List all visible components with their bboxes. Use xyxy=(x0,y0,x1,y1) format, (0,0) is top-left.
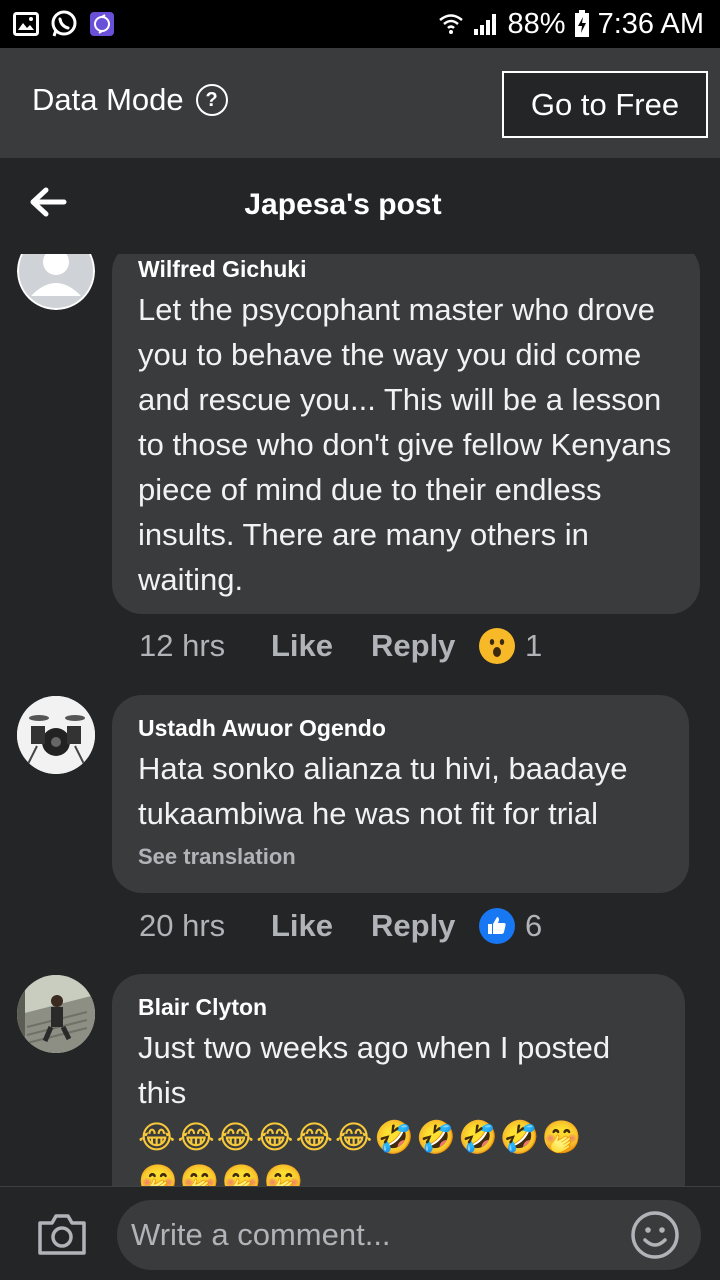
whatsapp-icon xyxy=(50,10,78,38)
comment-composer xyxy=(0,1186,720,1280)
reply-button[interactable]: Reply xyxy=(371,628,479,664)
clock: 7:36 AM xyxy=(597,8,704,40)
comment-text: Let the psycophant master who drove you … xyxy=(138,292,672,597)
avatar[interactable] xyxy=(17,975,95,1053)
emoji-line: 😂😂😂😂😂😂🤣🤣🤣🤣🤭 xyxy=(138,1119,584,1155)
like-button[interactable]: Like xyxy=(271,628,371,664)
data-mode-toggle[interactable]: Data Mode ? xyxy=(32,82,228,118)
battery-charging-icon xyxy=(574,10,589,37)
comment-bubble[interactable]: Blair Clyton Just two weeks ago when I p… xyxy=(112,974,685,1186)
help-icon[interactable]: ? xyxy=(195,84,228,116)
gallery-icon xyxy=(12,10,40,38)
notification-icons xyxy=(12,10,116,38)
status-bar: 88% 7:36 AM xyxy=(0,0,720,48)
like-reaction-icon[interactable] xyxy=(479,908,515,944)
app-sync-icon xyxy=(88,10,116,38)
comment-author[interactable]: Blair Clyton xyxy=(138,994,659,1021)
like-button[interactable]: Like xyxy=(271,908,371,944)
post-header: Japesa's post xyxy=(0,158,720,254)
comment-author[interactable]: Ustadh Awuor Ogendo xyxy=(138,715,663,742)
smiley-icon[interactable] xyxy=(630,1210,680,1260)
comment-text: Just two weeks ago when I posted this xyxy=(138,1030,611,1110)
battery-percent: 88% xyxy=(507,8,566,40)
data-mode-bar: Data Mode ? Go to Free xyxy=(0,48,720,158)
go-to-free-button[interactable]: Go to Free xyxy=(502,71,708,138)
comment-time[interactable]: 20 hrs xyxy=(139,908,271,944)
comment-actions: 12 hrs Like Reply 1 xyxy=(139,628,542,664)
comment-text: Hata sonko alianza tu hivi, baadaye tuka… xyxy=(138,751,628,831)
wifi-icon xyxy=(438,14,463,34)
comment-bubble[interactable]: Ustadh Awuor Ogendo Hata sonko alianza t… xyxy=(112,695,689,893)
system-status: 88% 7:36 AM xyxy=(438,6,704,42)
reply-button[interactable]: Reply xyxy=(371,908,479,944)
camera-icon[interactable] xyxy=(36,1211,88,1257)
comment-actions: 20 hrs Like Reply 6 xyxy=(139,908,542,944)
avatar[interactable] xyxy=(17,696,95,774)
comment-time[interactable]: 12 hrs xyxy=(139,628,271,664)
signal-icon xyxy=(473,14,496,35)
wow-reaction-icon[interactable] xyxy=(479,628,515,664)
see-translation-link[interactable]: See translation xyxy=(138,844,663,870)
reaction-count[interactable]: 1 xyxy=(525,628,542,664)
avatar[interactable] xyxy=(17,254,95,310)
reaction-count[interactable]: 6 xyxy=(525,908,542,944)
emoji-line: 🤭🤭🤭🤭 xyxy=(138,1163,306,1186)
comment-author[interactable]: Wilfred Gichuki xyxy=(138,256,674,283)
comment-bubble[interactable]: Wilfred Gichuki Let the psycophant maste… xyxy=(112,254,700,614)
page-title: Japesa's post xyxy=(244,188,442,221)
data-mode-label: Data Mode xyxy=(32,82,184,117)
comment-input[interactable] xyxy=(117,1200,701,1270)
comments-list[interactable]: Wilfred Gichuki Let the psycophant maste… xyxy=(0,254,720,1186)
